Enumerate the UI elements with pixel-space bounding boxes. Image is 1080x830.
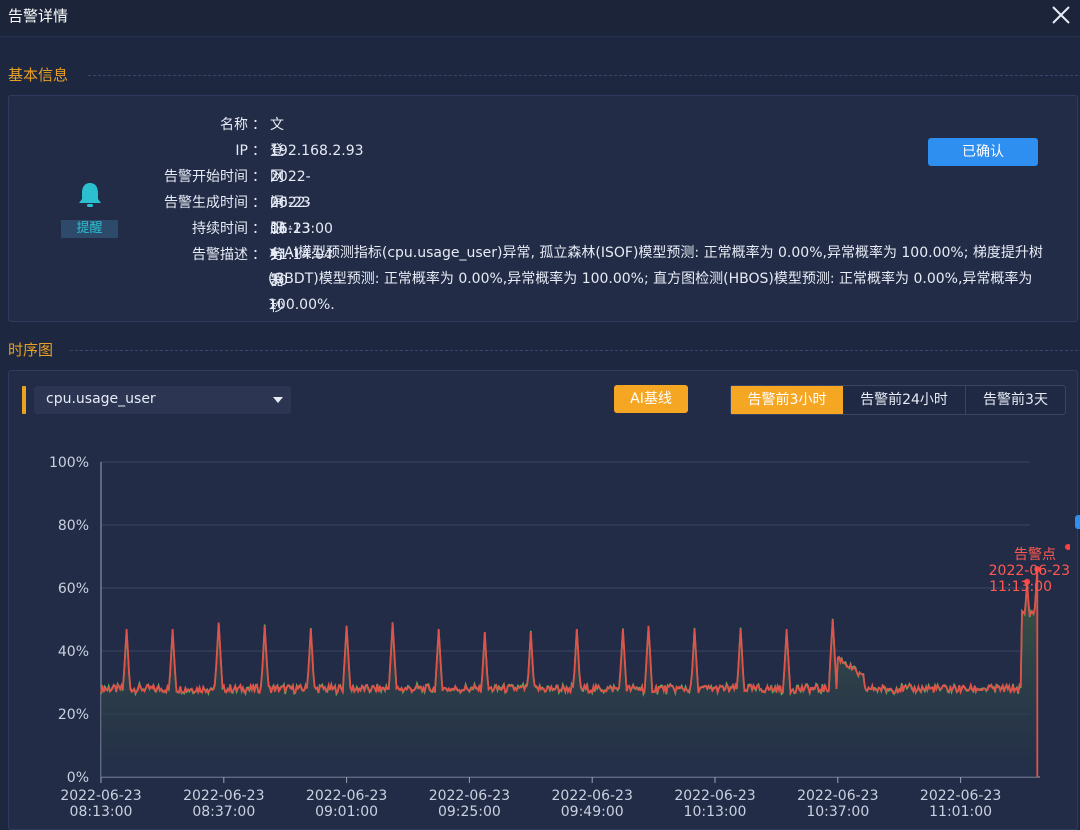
metric-select[interactable]: cpu.usage_user [34,386,291,414]
x-tick-label: 09:01:00 [315,804,378,820]
info-colon: ： [252,221,266,237]
alarm-dot [1065,544,1070,551]
alarm-point-date: 2022-06-23 [989,563,1070,579]
info-colon: ： [252,195,266,211]
alarm-point-label: 告警点 [1014,547,1056,563]
y-tick-label: 100% [49,455,89,471]
x-tick-label: 10:37:00 [806,804,869,820]
range-3d-button[interactable]: 告警前3天 [966,386,1065,414]
basic-info-heading: 基本信息 [8,66,69,84]
alarm-point-time: 11:13:00 [989,579,1052,595]
bell-icon [79,183,101,207]
x-tick-label: 2022-06-23 [797,788,878,804]
area-fill [101,570,1038,777]
x-tick-label: 2022-06-23 [183,788,264,804]
x-tick-label: 11:01:00 [929,804,992,820]
metric-select-value: cpu.usage_user [46,391,156,407]
dialog-titlebar: 告警详情 [0,0,1080,37]
timeseries-heading: 时序图 [8,341,54,359]
info-colon: ： [252,169,266,185]
x-tick-label: 09:25:00 [438,804,501,820]
alarm-level-badge: 提醒 [61,220,118,238]
close-icon[interactable] [1048,2,1074,28]
x-tick-label: 08:37:00 [192,804,255,820]
confirmed-button[interactable]: 已确认 [928,138,1038,166]
alarm-description: ➤ AI模型预测指标(cpu.usage_user)异常, 孤立森林(ISOF)… [268,245,1043,313]
panel-expand-handle[interactable] [1075,515,1080,529]
x-tick-label: 09:49:00 [561,804,624,820]
info-label: 告警开始时间 [164,169,248,185]
y-tick-label: 20% [58,707,89,723]
section-divider [88,75,1078,76]
x-tick-label: 2022-06-23 [429,788,510,804]
metric-accent-bar [22,386,26,414]
range-3h-button[interactable]: 告警前3小时 [731,386,843,414]
x-tick-label: 2022-06-23 [920,788,1001,804]
x-tick-label: 10:13:00 [684,804,747,820]
time-range-toggle: 告警前3小时 告警前24小时 告警前3天 [730,385,1066,415]
y-tick-label: 40% [58,644,89,660]
info-label: 告警生成时间 [164,195,248,211]
x-tick-label: 2022-06-23 [306,788,387,804]
series-line-green [100,570,1039,697]
x-tick-label: 2022-06-23 [60,788,141,804]
section-divider [70,350,1078,351]
dialog-title: 告警详情 [8,7,69,25]
info-colon: ： [252,117,266,133]
info-colon: ： [252,247,266,263]
info-value: 192.168.2.93 [270,143,364,159]
x-tick-label: 2022-06-23 [674,788,755,804]
y-tick-label: 0% [67,770,89,786]
chevron-down-icon [273,397,283,403]
y-tick-label: 80% [58,518,89,534]
info-colon: ： [252,143,266,159]
info-label: 持续时间 [192,221,248,237]
cpu-usage-chart: 100%80%60%40%20%0%2022-06-2308:13:002022… [49,455,1070,820]
info-label: IP [235,143,248,159]
ai-baseline-button[interactable]: AI基线 [614,385,688,413]
x-tick-label: 08:13:00 [70,804,133,820]
x-tick-label: 2022-06-23 [552,788,633,804]
info-label: 告警描述 [192,247,248,263]
range-24h-button[interactable]: 告警前24小时 [843,386,966,414]
y-tick-label: 60% [58,581,89,597]
info-label: 名称 [220,117,248,133]
